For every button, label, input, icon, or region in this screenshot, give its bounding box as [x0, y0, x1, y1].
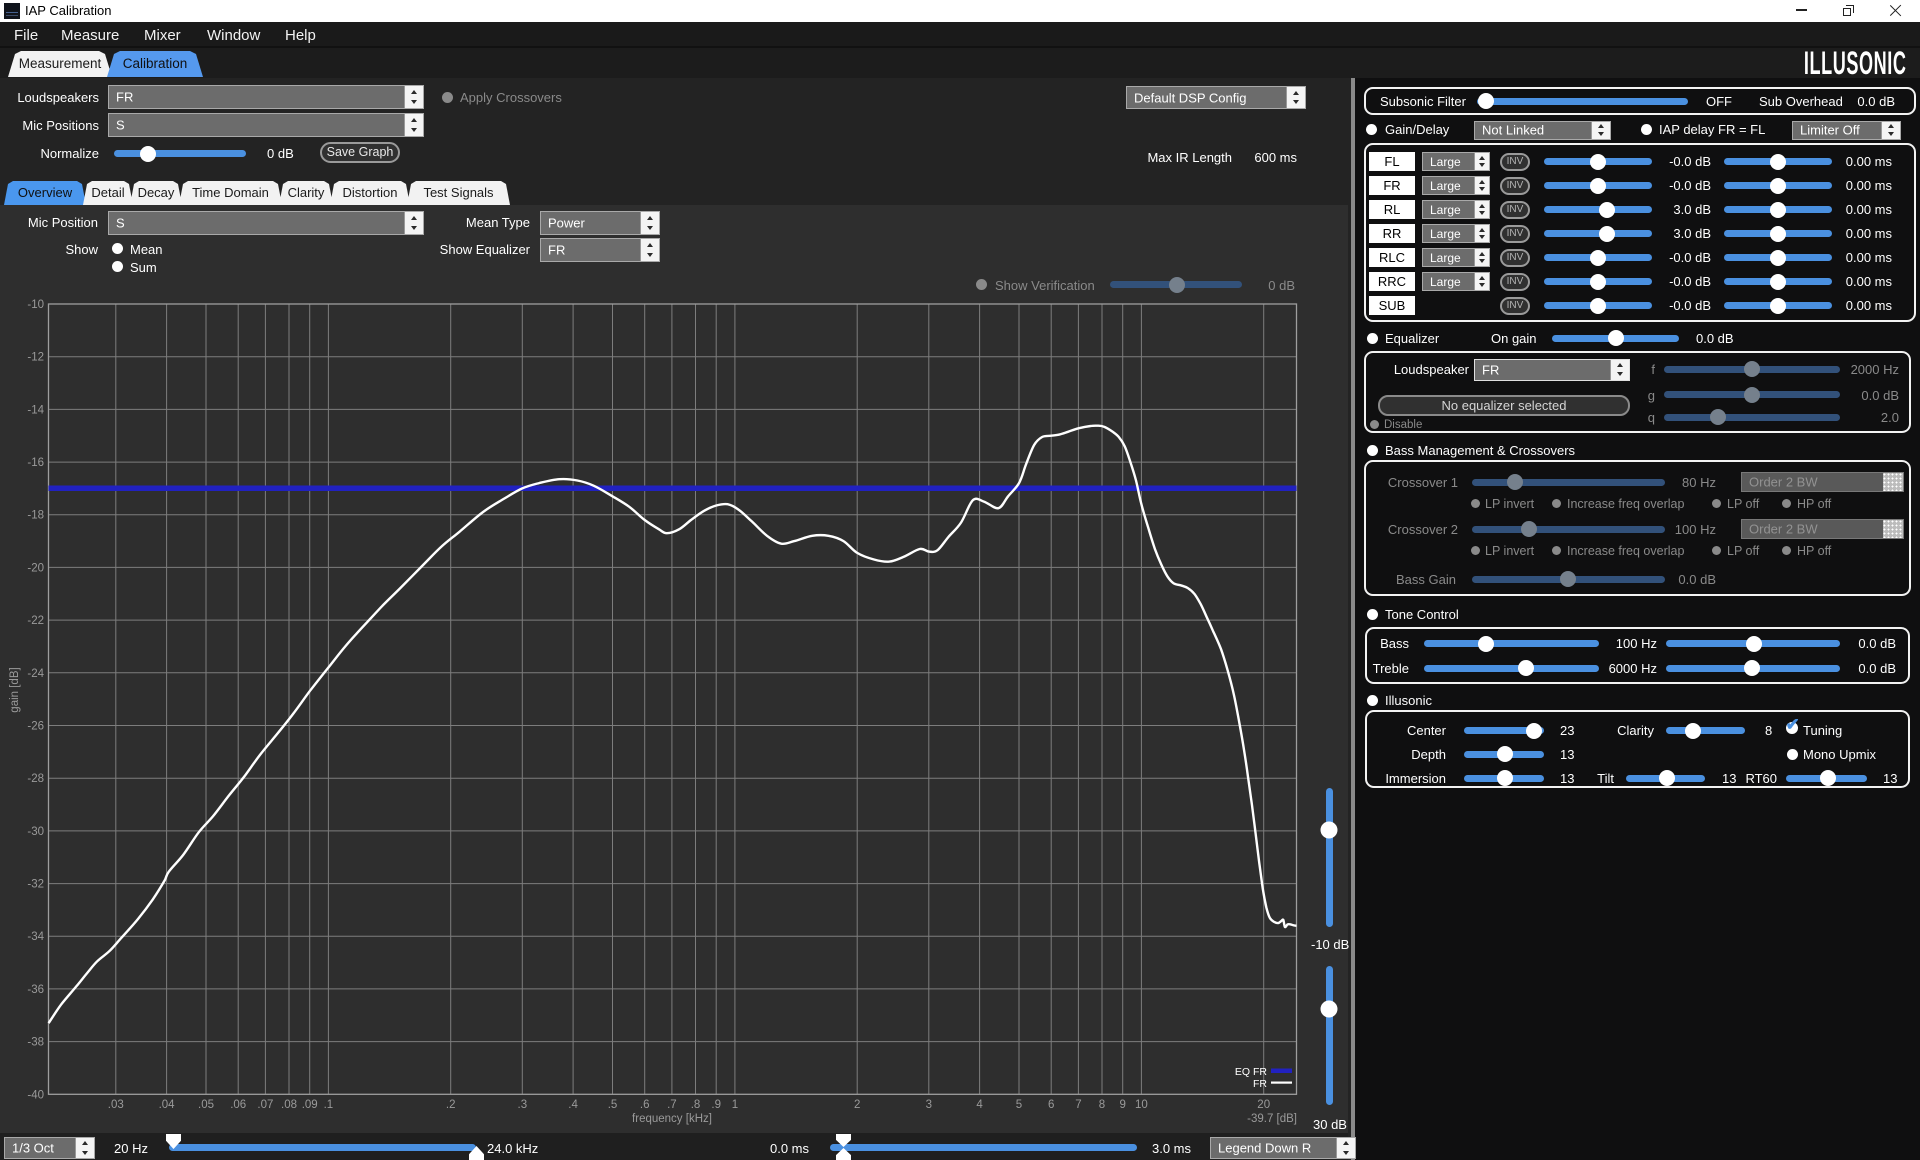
svg-text:5: 5	[1016, 1099, 1022, 1111]
svg-text:2: 2	[854, 1099, 860, 1111]
svg-text:-28: -28	[27, 773, 44, 785]
svg-text:-14: -14	[27, 404, 44, 416]
svg-text:20: 20	[1257, 1099, 1270, 1111]
svg-text:.6: .6	[640, 1099, 650, 1111]
svg-text:-38: -38	[27, 1037, 44, 1049]
svg-text:6: 6	[1048, 1099, 1054, 1111]
svg-text:3: 3	[926, 1099, 932, 1111]
svg-text:9: 9	[1119, 1099, 1125, 1111]
svg-text:4: 4	[976, 1099, 983, 1111]
svg-text:.9: .9	[711, 1099, 721, 1111]
svg-text:7: 7	[1075, 1099, 1081, 1111]
svg-text:.2: .2	[446, 1099, 456, 1111]
svg-text:-30: -30	[27, 826, 44, 838]
svg-text:-36: -36	[27, 984, 44, 996]
svg-text:-24: -24	[27, 668, 44, 680]
svg-text:1: 1	[732, 1099, 738, 1111]
svg-text:8: 8	[1099, 1099, 1105, 1111]
svg-text:.08: .08	[281, 1099, 297, 1111]
svg-text:.09: .09	[302, 1099, 318, 1111]
svg-text:.4: .4	[568, 1099, 578, 1111]
svg-text:frequency [kHz]: frequency [kHz]	[632, 1113, 712, 1125]
svg-text:-12: -12	[27, 352, 44, 364]
svg-text:.1: .1	[324, 1099, 334, 1111]
svg-text:-34: -34	[27, 931, 44, 943]
svg-text:-40: -40	[27, 1089, 44, 1101]
svg-text:-18: -18	[27, 510, 44, 522]
svg-text:.04: .04	[159, 1099, 176, 1111]
svg-text:-26: -26	[27, 721, 44, 733]
svg-text:.05: .05	[198, 1099, 214, 1111]
svg-text:-16: -16	[27, 457, 44, 469]
svg-text:-10: -10	[27, 299, 44, 311]
svg-text:-39.7 [dB]: -39.7 [dB]	[1247, 1113, 1297, 1125]
svg-text:.7: .7	[667, 1099, 677, 1111]
svg-text:.06: .06	[230, 1099, 246, 1111]
svg-text:-32: -32	[27, 879, 44, 891]
svg-text:-20: -20	[27, 562, 44, 574]
svg-text:EQ FR: EQ FR	[1235, 1066, 1268, 1078]
svg-text:FR: FR	[1253, 1078, 1267, 1090]
svg-text:.3: .3	[518, 1099, 528, 1111]
svg-text:10: 10	[1135, 1099, 1148, 1111]
svg-text:-22: -22	[27, 615, 44, 627]
svg-text:.5: .5	[608, 1099, 618, 1111]
svg-text:gain [dB]: gain [dB]	[9, 667, 21, 712]
svg-text:.03: .03	[108, 1099, 124, 1111]
svg-text:.07: .07	[257, 1099, 273, 1111]
svg-text:.8: .8	[691, 1099, 701, 1111]
